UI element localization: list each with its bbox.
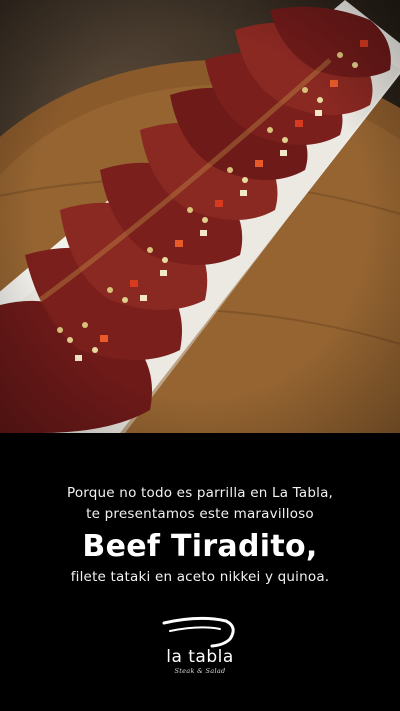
la-tabla-logo: la tabla Steak & Salad xyxy=(150,613,250,693)
caption-line-1: Porque no todo es parrilla en La Tabla, xyxy=(66,485,334,501)
dish-photo xyxy=(0,0,400,433)
caption-block: Porque no todo es parrilla en La Tabla, … xyxy=(0,433,400,711)
logo-tagline: Steak & Salad xyxy=(174,667,226,675)
beef-tiradito-photo xyxy=(0,0,400,433)
caption-line-2: te presentamos este maravilloso xyxy=(86,506,314,522)
logo-swoosh-icon xyxy=(162,616,235,648)
dish-name: Beef Tiradito, xyxy=(82,529,318,564)
logo-name: la tabla xyxy=(166,647,234,667)
dish-description: filete tataki en aceto nikkei y quinoa. xyxy=(70,569,330,585)
